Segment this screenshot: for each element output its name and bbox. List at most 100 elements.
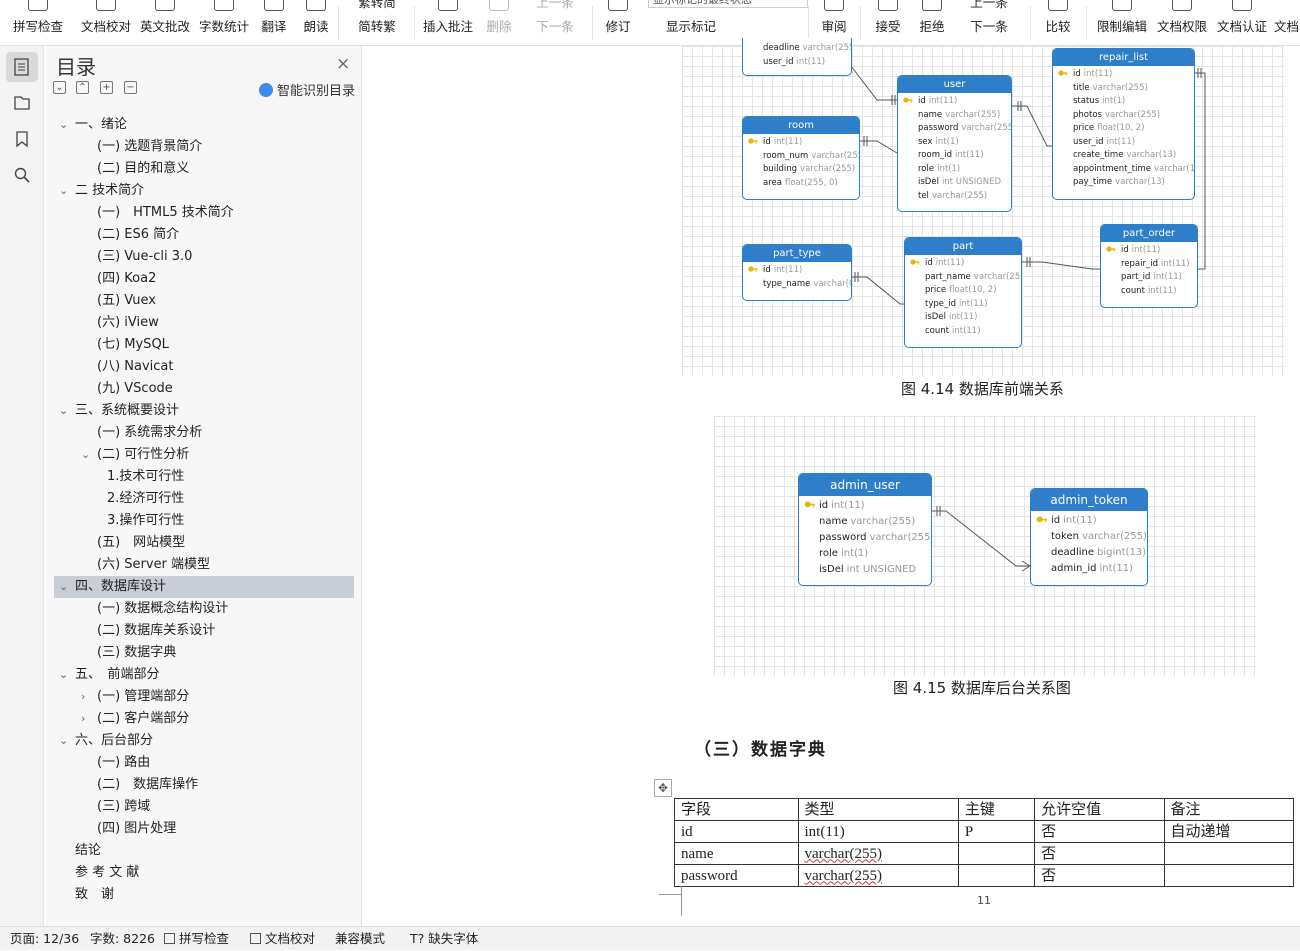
toc-item[interactable]: 1.技术可行性 [46, 466, 362, 488]
toc-item[interactable]: (六) Server 端模型 [46, 554, 362, 576]
chevron-down-icon[interactable]: ⌄ [81, 444, 90, 466]
toc-item[interactable]: (一) 路由 [46, 752, 362, 774]
toc-item[interactable]: (一) HTML5 技术简介 [46, 202, 362, 224]
toc-item[interactable]: (五) Vuex [46, 290, 362, 312]
field-name: id [763, 265, 771, 275]
toc-item[interactable]: (三) 跨域 [46, 796, 362, 818]
toc-item[interactable]: › (二) 客户端部分 [46, 708, 362, 730]
toc-item[interactable]: ⌄ 二 技术简介 [46, 180, 362, 202]
toc-item[interactable]: ⌄ 三、系统概要设计 [46, 400, 362, 422]
toc-item[interactable]: ⌄ 一、绪论 [46, 114, 362, 136]
compat-mode-indicator[interactable]: 兼容模式 [335, 927, 385, 951]
toc-item-label: (一) 选题背景简介 [97, 139, 203, 154]
doc-auth-button[interactable]: 文档认证 [1214, 0, 1270, 45]
translate-button[interactable]: 翻译 [255, 0, 293, 45]
toc-item[interactable]: 致 谢 [46, 884, 362, 906]
doc-permission-button[interactable]: 文档权限 [1154, 0, 1210, 45]
english-review-button[interactable]: 英文批改 [136, 0, 194, 45]
field-type: varchar(13) [1115, 177, 1165, 187]
chevron-down-icon[interactable]: ⌄ [59, 664, 68, 686]
table-cell: P [957, 820, 1036, 843]
add-heading-icon[interactable]: + [100, 81, 113, 94]
delete-comment-button[interactable]: 删除 [480, 0, 518, 45]
smart-detect-toc-button[interactable]: 智能识别目录 [259, 80, 355, 99]
search-icon[interactable] [6, 160, 38, 190]
toc-item[interactable]: (一) 选题背景简介 [46, 136, 362, 158]
prev-comment-button[interactable]: 上一条 下一条 [524, 0, 586, 45]
collapse-all-icon[interactable]: ⌃ [76, 81, 89, 94]
toc-list: ⌄ 一、绪论 (一) 选题背景简介 (二) 目的和意义 ⌄ 二 技术简介 (一) HTML5… [46, 114, 362, 906]
revise-button[interactable]: 修订 [598, 0, 638, 45]
toc-item[interactable]: ⌄ 四、数据库设计 [54, 576, 354, 598]
toc-item[interactable]: ⌄ (二) 可行性分析 [46, 444, 362, 466]
field-type: int(11) [1131, 245, 1161, 255]
proofread-toggle[interactable]: 文档校对 [250, 927, 315, 951]
toc-item[interactable]: (一) 数据概念结构设计 [46, 598, 362, 620]
field-type: int(11) [796, 56, 826, 67]
trad-simp-button[interactable]: 繁转简 简转繁 [344, 0, 410, 45]
chevron-right-icon[interactable]: › [81, 686, 85, 708]
show-markup-button[interactable]: 显示标记 [648, 0, 734, 45]
next-change-button[interactable]: 下一条 [958, 16, 1020, 35]
spell-check-toggle[interactable]: 拼写检查 [164, 927, 229, 951]
read-aloud-button[interactable]: 朗读 [298, 0, 334, 45]
toc-item[interactable]: 结论 [46, 840, 362, 862]
toc-item[interactable]: › (一) 管理端部分 [46, 686, 362, 708]
restrict-edit-button[interactable]: 限制编辑 [1094, 0, 1150, 45]
prev-change-button[interactable]: 上一条 下一条 [958, 0, 1020, 45]
chevron-down-icon[interactable]: ⌄ [59, 180, 68, 202]
toc-item[interactable]: (二) ES6 简介 [46, 224, 362, 246]
accept-button[interactable]: 接受 [868, 0, 908, 45]
toc-item[interactable]: (二) 目的和意义 [46, 158, 362, 180]
toc-item[interactable]: 2.经济可行性 [46, 488, 362, 510]
toc-item[interactable]: ⌄ 五、 前端部分 [46, 664, 362, 686]
toc-item[interactable]: (九) VScode [46, 378, 362, 400]
toc-item[interactable]: (四) 图片处理 [46, 818, 362, 840]
toc-item[interactable]: (六) iView [46, 312, 362, 334]
er-diagram-frontend: deadlinevarchar(255)user_idint(11) user … [682, 38, 1284, 376]
chevron-right-icon[interactable]: › [81, 708, 85, 730]
compare-button[interactable]: 比较 [1036, 0, 1080, 45]
outline-icon[interactable] [6, 52, 38, 82]
toc-item[interactable]: (三) 数据字典 [46, 642, 362, 664]
table-cell [957, 864, 1036, 887]
entity-field: admin_id int(11) [1051, 561, 1147, 577]
reject-button[interactable]: 拒绝 [912, 0, 952, 45]
toc-item[interactable]: 3.操作可行性 [46, 510, 362, 532]
field-type: float(10, 2) [949, 285, 997, 295]
doc-more-button[interactable]: 文档 [1274, 0, 1300, 45]
toc-item[interactable]: (七) MySQL [46, 334, 362, 356]
toc-item[interactable]: (二) 数据库操作 [46, 774, 362, 796]
toc-item[interactable]: ⌄ 六、后台部分 [46, 730, 362, 752]
field-name: repair_id [1121, 258, 1159, 269]
spell-check-button[interactable]: 拼写检查 [6, 0, 70, 45]
bookmark-icon[interactable] [6, 124, 38, 154]
page-indicator[interactable]: 页面: 12/36 [10, 927, 79, 951]
word-count-button[interactable]: 字数统计 [196, 0, 252, 45]
close-icon[interactable]: × [336, 54, 350, 74]
toc-item[interactable]: (五) 网站模型 [46, 532, 362, 554]
table-cell [957, 842, 1036, 865]
proofread-button[interactable]: 文档校对 [76, 0, 136, 45]
remove-heading-icon[interactable]: − [124, 81, 137, 94]
word-count-indicator[interactable]: 字数: 8226 [90, 927, 155, 951]
entity-part-type: part_type idint(11)type_namevarchar(0) [742, 244, 852, 301]
missing-font-button[interactable]: T? 缺失字体 [410, 927, 478, 951]
next-comment-button[interactable]: 下一条 [524, 16, 586, 35]
chevron-down-icon[interactable]: ⌄ [59, 114, 68, 136]
chevron-down-icon[interactable]: ⌄ [59, 730, 68, 752]
expand-all-icon[interactable]: ⌄ [53, 81, 66, 94]
toc-item[interactable]: (四) Koa2 [46, 268, 362, 290]
toc-item[interactable]: (二) 数据库关系设计 [46, 620, 362, 642]
toc-item[interactable]: 参 考 文 献 [46, 862, 362, 884]
toc-item[interactable]: (三) Vue-cli 3.0 [46, 246, 362, 268]
primary-key-icon [1036, 516, 1048, 523]
comment-icon [438, 0, 458, 11]
table-move-handle-icon[interactable]: ✥ [654, 779, 672, 797]
chevron-down-icon[interactable]: ⌄ [59, 576, 68, 598]
navigation-icon[interactable] [6, 88, 38, 118]
insert-comment-button[interactable]: 插入批注 [420, 0, 476, 45]
chevron-down-icon[interactable]: ⌄ [59, 400, 68, 422]
toc-item[interactable]: (一) 系统需求分析 [46, 422, 362, 444]
toc-item[interactable]: (八) Navicat [46, 356, 362, 378]
